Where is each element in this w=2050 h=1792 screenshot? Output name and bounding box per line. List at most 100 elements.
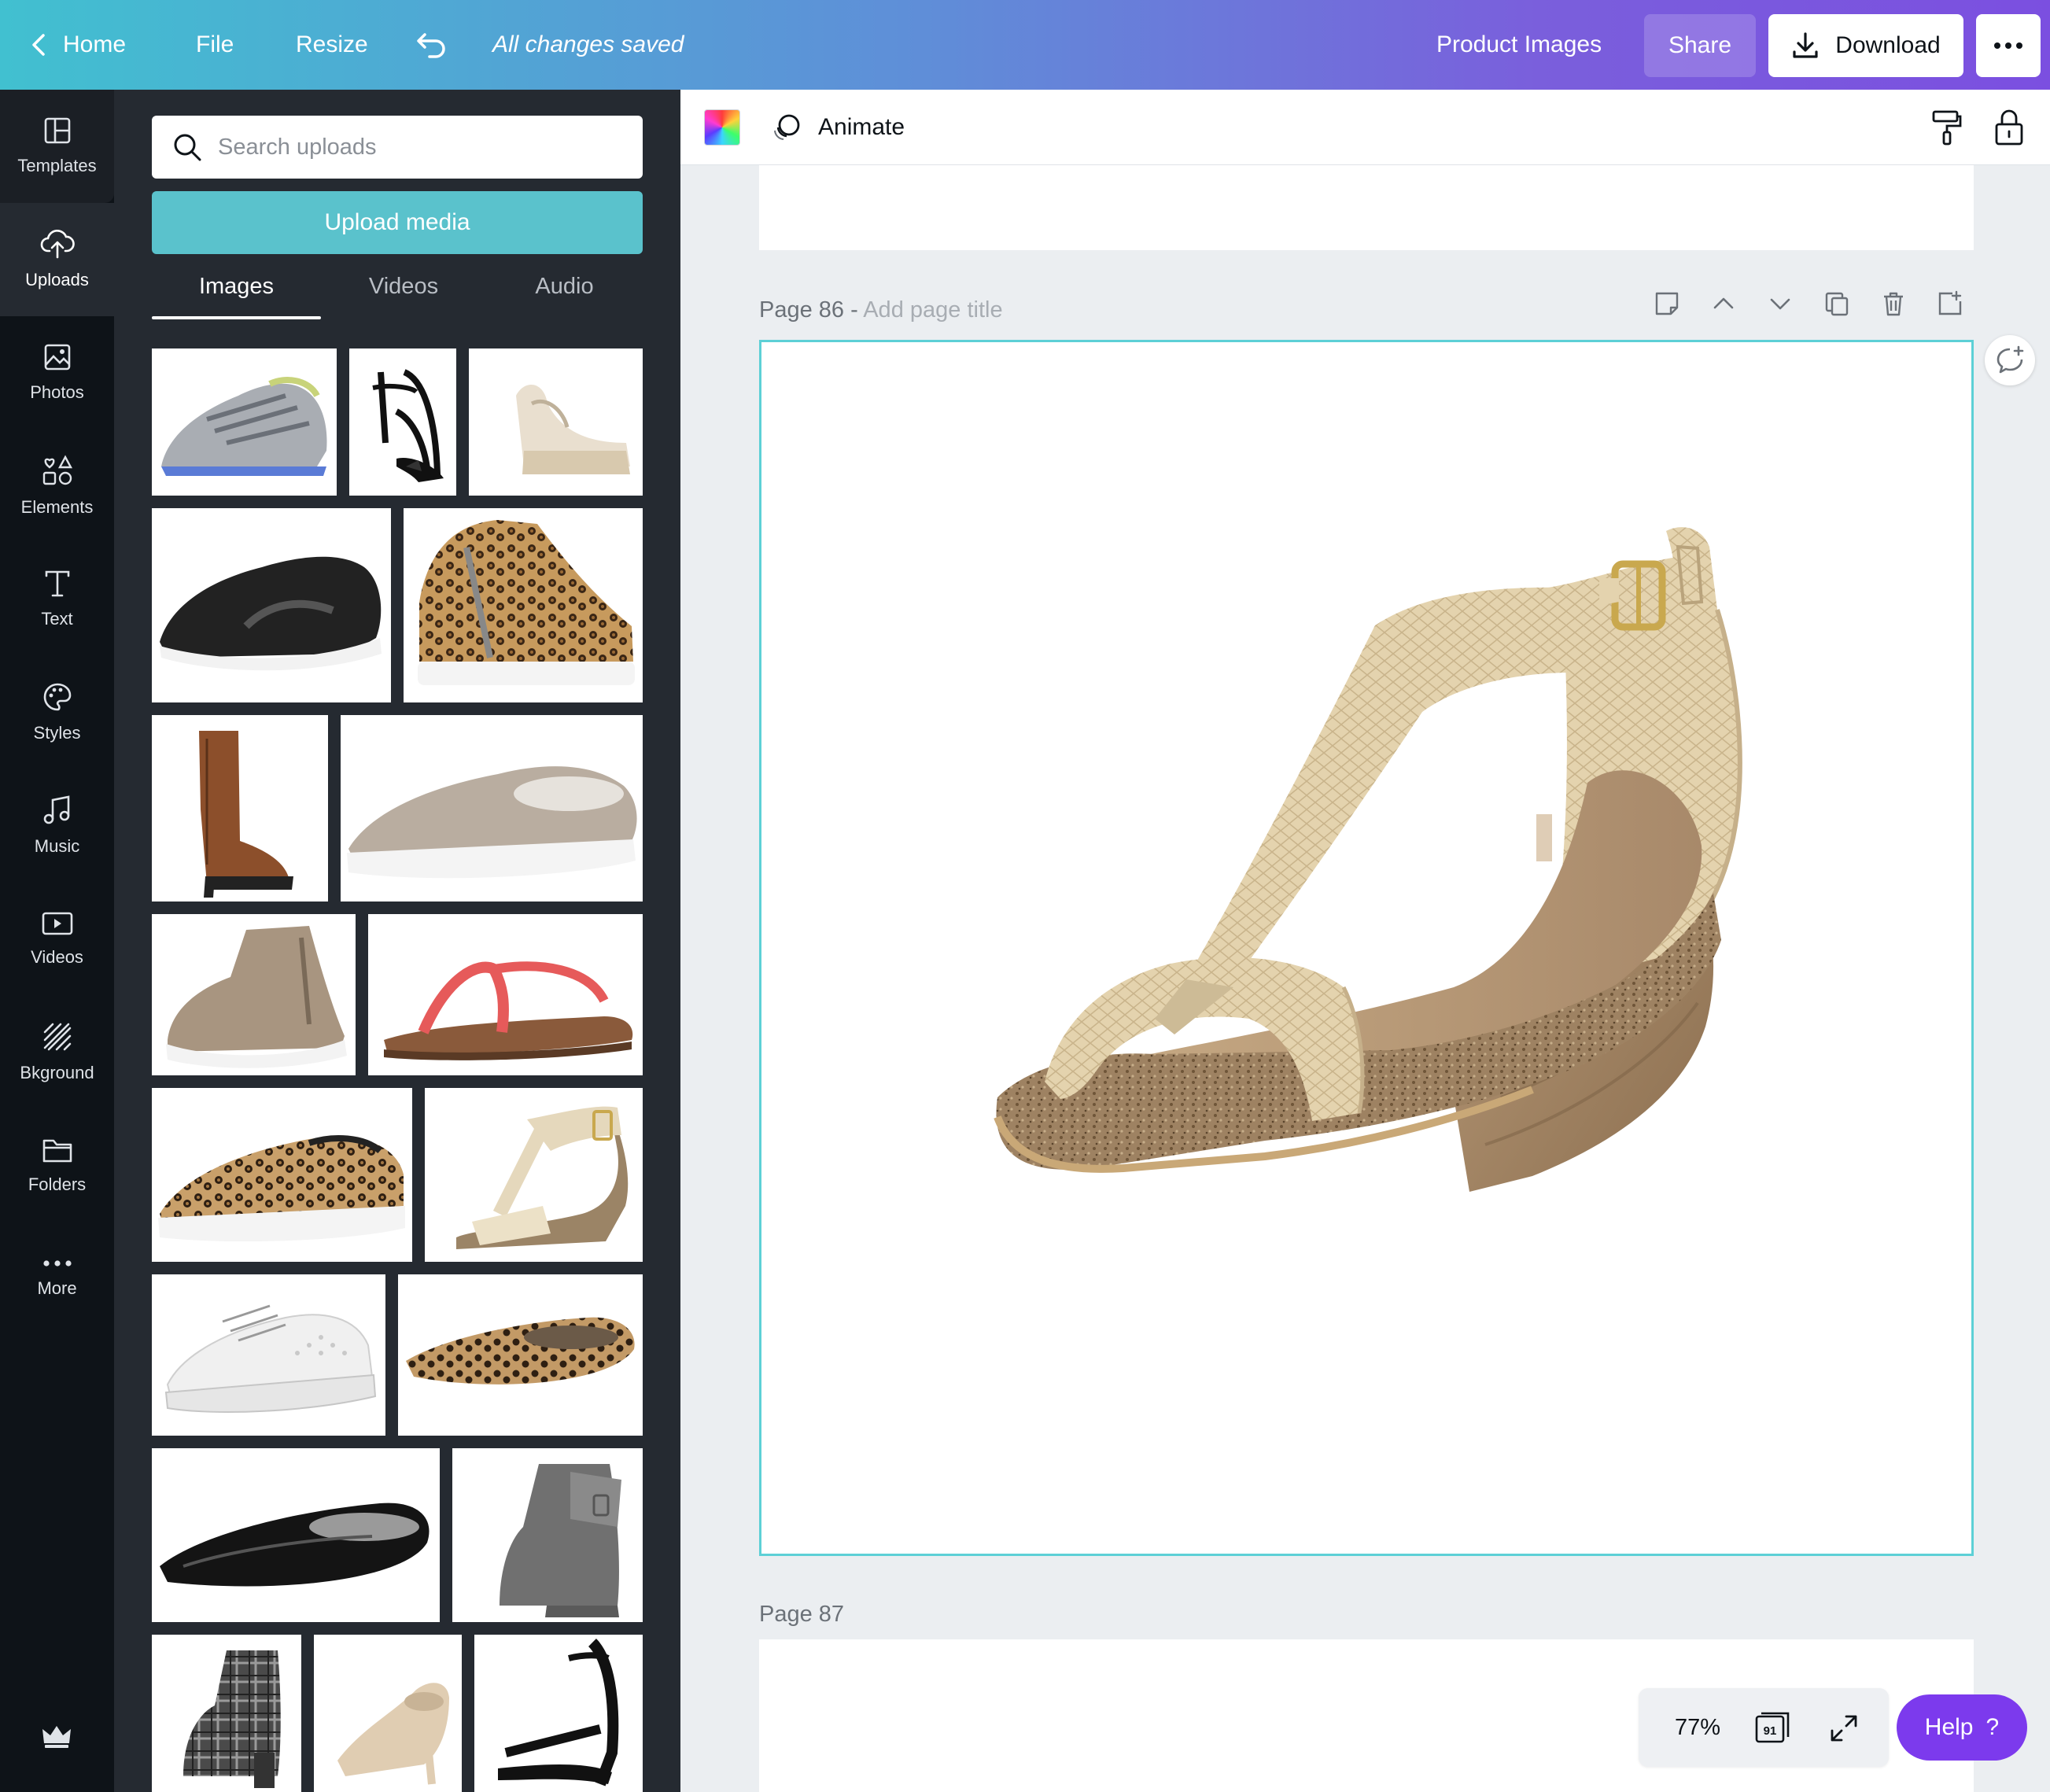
undo-icon	[417, 33, 445, 58]
photo-icon	[44, 344, 70, 371]
search-uploads-input[interactable]	[218, 134, 627, 160]
nav-label-elements: Elements	[20, 497, 94, 517]
nav-elements[interactable]: Elements	[0, 430, 114, 543]
animate-icon	[774, 114, 800, 140]
nav-folders[interactable]: Folders	[0, 1109, 114, 1222]
templates-icon	[44, 117, 70, 144]
tab-videos[interactable]: Videos	[321, 271, 486, 319]
uploads-panel: Upload media Images Videos Audio	[114, 90, 680, 1792]
nav-styles[interactable]: Styles	[0, 656, 114, 769]
upload-thumb-white-studded-low-top-sneaker[interactable]	[152, 1274, 385, 1436]
zoom-level[interactable]: 77%	[1675, 1688, 1720, 1767]
color-picker-button[interactable]	[704, 109, 740, 146]
tab-images[interactable]: Images	[152, 271, 321, 319]
nav-label-photos: Photos	[30, 382, 84, 402]
nav-templates[interactable]: Templates	[0, 90, 114, 203]
animate-button[interactable]: Animate	[771, 90, 905, 165]
chevron-left-icon	[32, 34, 45, 56]
undo-button[interactable]	[415, 0, 447, 90]
add-comment-button[interactable]	[1985, 335, 2035, 385]
more-dots-icon	[42, 1260, 72, 1267]
crown-icon[interactable]	[41, 1724, 72, 1753]
move-page-up-icon[interactable]	[1710, 290, 1737, 321]
duplicate-page-icon[interactable]	[1823, 290, 1850, 321]
nav-videos[interactable]: Videos	[0, 883, 114, 996]
upload-thumb-leopard-ballet-flat[interactable]	[398, 1274, 643, 1436]
search-icon	[174, 134, 201, 161]
nav-label-videos: Videos	[31, 947, 83, 967]
fullscreen-button[interactable]	[1829, 1713, 1859, 1747]
page-notes-icon[interactable]	[1654, 290, 1680, 321]
shapes-icon	[42, 455, 72, 485]
upload-thumb-gray-wedge-ankle-boot[interactable]	[452, 1448, 643, 1622]
design-title[interactable]: Product Images	[1436, 0, 1602, 90]
upload-cloud-icon	[40, 229, 75, 259]
media-tabs: Images Videos Audio	[152, 271, 643, 319]
page-86-product-image[interactable]	[761, 342, 1971, 1554]
home-button[interactable]: Home	[31, 0, 126, 90]
file-menu-button[interactable]: File	[196, 0, 234, 90]
page-86-title-input[interactable]: Add page title	[863, 297, 1002, 323]
upload-thumb-black-strappy-heel[interactable]	[474, 1635, 643, 1792]
upload-thumb-gold-t-strap-wedge-sandal[interactable]	[425, 1088, 643, 1262]
nav-music[interactable]: Music	[0, 769, 114, 883]
upload-thumb-taupe-wedge-ankle-bootie[interactable]	[152, 914, 356, 1075]
upload-thumb-brown-knee-high-boot[interactable]	[152, 715, 328, 902]
help-label: Help	[1924, 1714, 1974, 1740]
ellipsis-icon	[1994, 42, 2022, 49]
text-icon	[45, 570, 69, 597]
nav-text[interactable]: Text	[0, 543, 114, 656]
page-85-bottom[interactable]	[759, 165, 1974, 250]
upload-thumb-cream-wedge-sandal[interactable]	[469, 348, 643, 496]
lock-icon[interactable]	[1994, 109, 2024, 150]
upload-thumb-gray-blue-running-sneaker[interactable]	[152, 348, 337, 496]
share-button[interactable]: Share	[1644, 14, 1756, 77]
nav-label-background: Bkground	[20, 1063, 94, 1082]
nav-uploads[interactable]: Uploads	[0, 203, 114, 316]
upload-thumb-taupe-slip-on-sneaker[interactable]	[341, 715, 643, 902]
upload-thumb-red-thong-sandal[interactable]	[368, 914, 643, 1075]
help-question-icon: ?	[1985, 1714, 2000, 1740]
more-options-button[interactable]	[1976, 14, 2041, 77]
page-86-canvas[interactable]	[759, 340, 1974, 1556]
nav-label-styles: Styles	[33, 723, 81, 743]
palette-icon	[43, 683, 71, 711]
comment-add-icon	[1997, 345, 2024, 374]
page-count-icon: 91	[1755, 1712, 1790, 1743]
page-count: 91	[1764, 1724, 1777, 1738]
upload-thumb-black-running-sneaker[interactable]	[152, 508, 391, 702]
add-page-icon[interactable]	[1937, 290, 1963, 321]
nav-label-folders: Folders	[28, 1174, 87, 1194]
move-page-down-icon[interactable]	[1767, 290, 1794, 321]
tab-audio[interactable]: Audio	[486, 271, 643, 319]
delete-page-icon[interactable]	[1880, 290, 1907, 321]
upload-thumb-plaid-block-heel-bootie[interactable]	[152, 1635, 301, 1792]
nav-photos[interactable]: Photos	[0, 316, 114, 430]
upload-thumb-nude-pump[interactable]	[314, 1635, 462, 1792]
editor-canvas: Animate Page 86 - Add page title Page 87…	[680, 90, 2050, 1792]
upload-thumb-leopard-high-top-sneaker[interactable]	[404, 508, 643, 702]
context-toolbar: Animate	[680, 90, 2050, 165]
download-label: Download	[1835, 32, 1941, 58]
home-label: Home	[63, 31, 127, 57]
search-box[interactable]	[152, 116, 643, 179]
nav-label-more: More	[37, 1278, 77, 1298]
music-note-icon	[43, 795, 69, 824]
side-nav: Templates Uploads Photos Elements Text S…	[0, 90, 114, 1792]
resize-button[interactable]: Resize	[296, 0, 368, 90]
folder-icon	[42, 1139, 72, 1163]
download-button[interactable]: Download	[1768, 14, 1963, 77]
page-86-label: Page 86 -	[759, 297, 864, 323]
upload-thumb-leopard-slip-on-sneaker[interactable]	[152, 1088, 412, 1262]
zoom-controls: 77% 91	[1639, 1688, 1889, 1767]
animate-label: Animate	[818, 114, 905, 140]
upload-thumb-black-patent-ballet-flat[interactable]	[152, 1448, 440, 1622]
nav-background[interactable]: Bkground	[0, 996, 114, 1109]
upload-thumb-black-ankle-strap-heel[interactable]	[349, 348, 456, 496]
help-button[interactable]: Help ?	[1897, 1694, 2027, 1761]
upload-media-button[interactable]: Upload media	[152, 191, 643, 254]
page-grid-view-button[interactable]: 91	[1753, 1710, 1791, 1749]
nav-more[interactable]: More	[0, 1222, 114, 1336]
expand-icon	[1831, 1715, 1857, 1742]
paint-roller-icon[interactable]	[1931, 109, 1963, 150]
